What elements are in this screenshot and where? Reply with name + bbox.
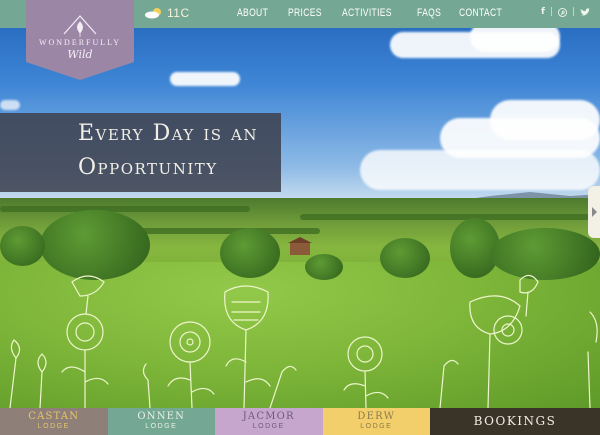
bookings-button[interactable]: BOOKINGS <box>430 408 600 435</box>
nav-prices[interactable]: PRICES <box>288 7 322 19</box>
brand-logo[interactable]: WONDERFULLY Wild <box>26 0 134 80</box>
pinterest-icon[interactable] <box>557 7 567 17</box>
tab-subtitle: LODGE <box>252 423 285 430</box>
tab-name: CASTAN <box>28 411 80 422</box>
headline-line-1: Every Day is an <box>78 121 258 146</box>
tree <box>0 226 45 266</box>
nav-faqs[interactable]: FAQS <box>417 7 441 19</box>
slideshow-side-tab[interactable] <box>588 186 600 238</box>
cloud <box>360 150 600 190</box>
social-separator: | <box>549 7 553 17</box>
twitter-icon[interactable] <box>580 7 590 17</box>
facebook-icon[interactable]: f <box>541 7 545 17</box>
hedgerow <box>0 206 250 212</box>
headline-line-2: Opportunity <box>78 155 218 180</box>
nav-activities[interactable]: ACTIVITIES <box>342 7 392 19</box>
hedgerow <box>300 214 600 220</box>
weather-temperature: 11C <box>167 6 190 20</box>
tab-name: DERW <box>357 411 396 422</box>
cloud <box>0 100 20 110</box>
barn <box>288 237 312 255</box>
weather-widget: 11C <box>145 6 190 20</box>
lodge-tabs: CASTAN LODGE ONNEN LODGE JACMOR LODGE DE… <box>0 408 600 435</box>
tab-name: JACMOR <box>242 411 295 422</box>
tab-subtitle: LODGE <box>360 423 393 430</box>
nav-contact[interactable]: CONTACT <box>459 7 502 19</box>
tab-castan-lodge[interactable]: CASTAN LODGE <box>0 408 108 435</box>
tab-jacmor-lodge[interactable]: JACMOR LODGE <box>215 408 323 435</box>
tab-subtitle: LODGE <box>37 423 70 430</box>
tab-onnen-lodge[interactable]: ONNEN LODGE <box>107 408 215 435</box>
nav-about[interactable]: ABOUT <box>237 7 268 19</box>
flower-doodles <box>9 274 598 408</box>
social-separator: | <box>571 7 575 17</box>
cloud <box>490 100 600 140</box>
tab-derw-lodge[interactable]: DERW LODGE <box>322 408 430 435</box>
logo-wordmark: WONDERFULLY <box>38 38 122 47</box>
sun-cloud-icon <box>145 8 161 19</box>
main-nav: ABOUT PRICES ACTIVITIES FAQS CONTACT <box>237 7 514 19</box>
social-links: f | | <box>541 7 590 17</box>
logo-script-text: Wild <box>67 48 93 61</box>
tab-name: ONNEN <box>137 411 186 422</box>
cloud <box>170 72 240 86</box>
headline-panel: Every Day is an Opportunity <box>0 113 281 192</box>
hedgerow <box>120 228 320 234</box>
tab-subtitle: LODGE <box>145 423 178 430</box>
